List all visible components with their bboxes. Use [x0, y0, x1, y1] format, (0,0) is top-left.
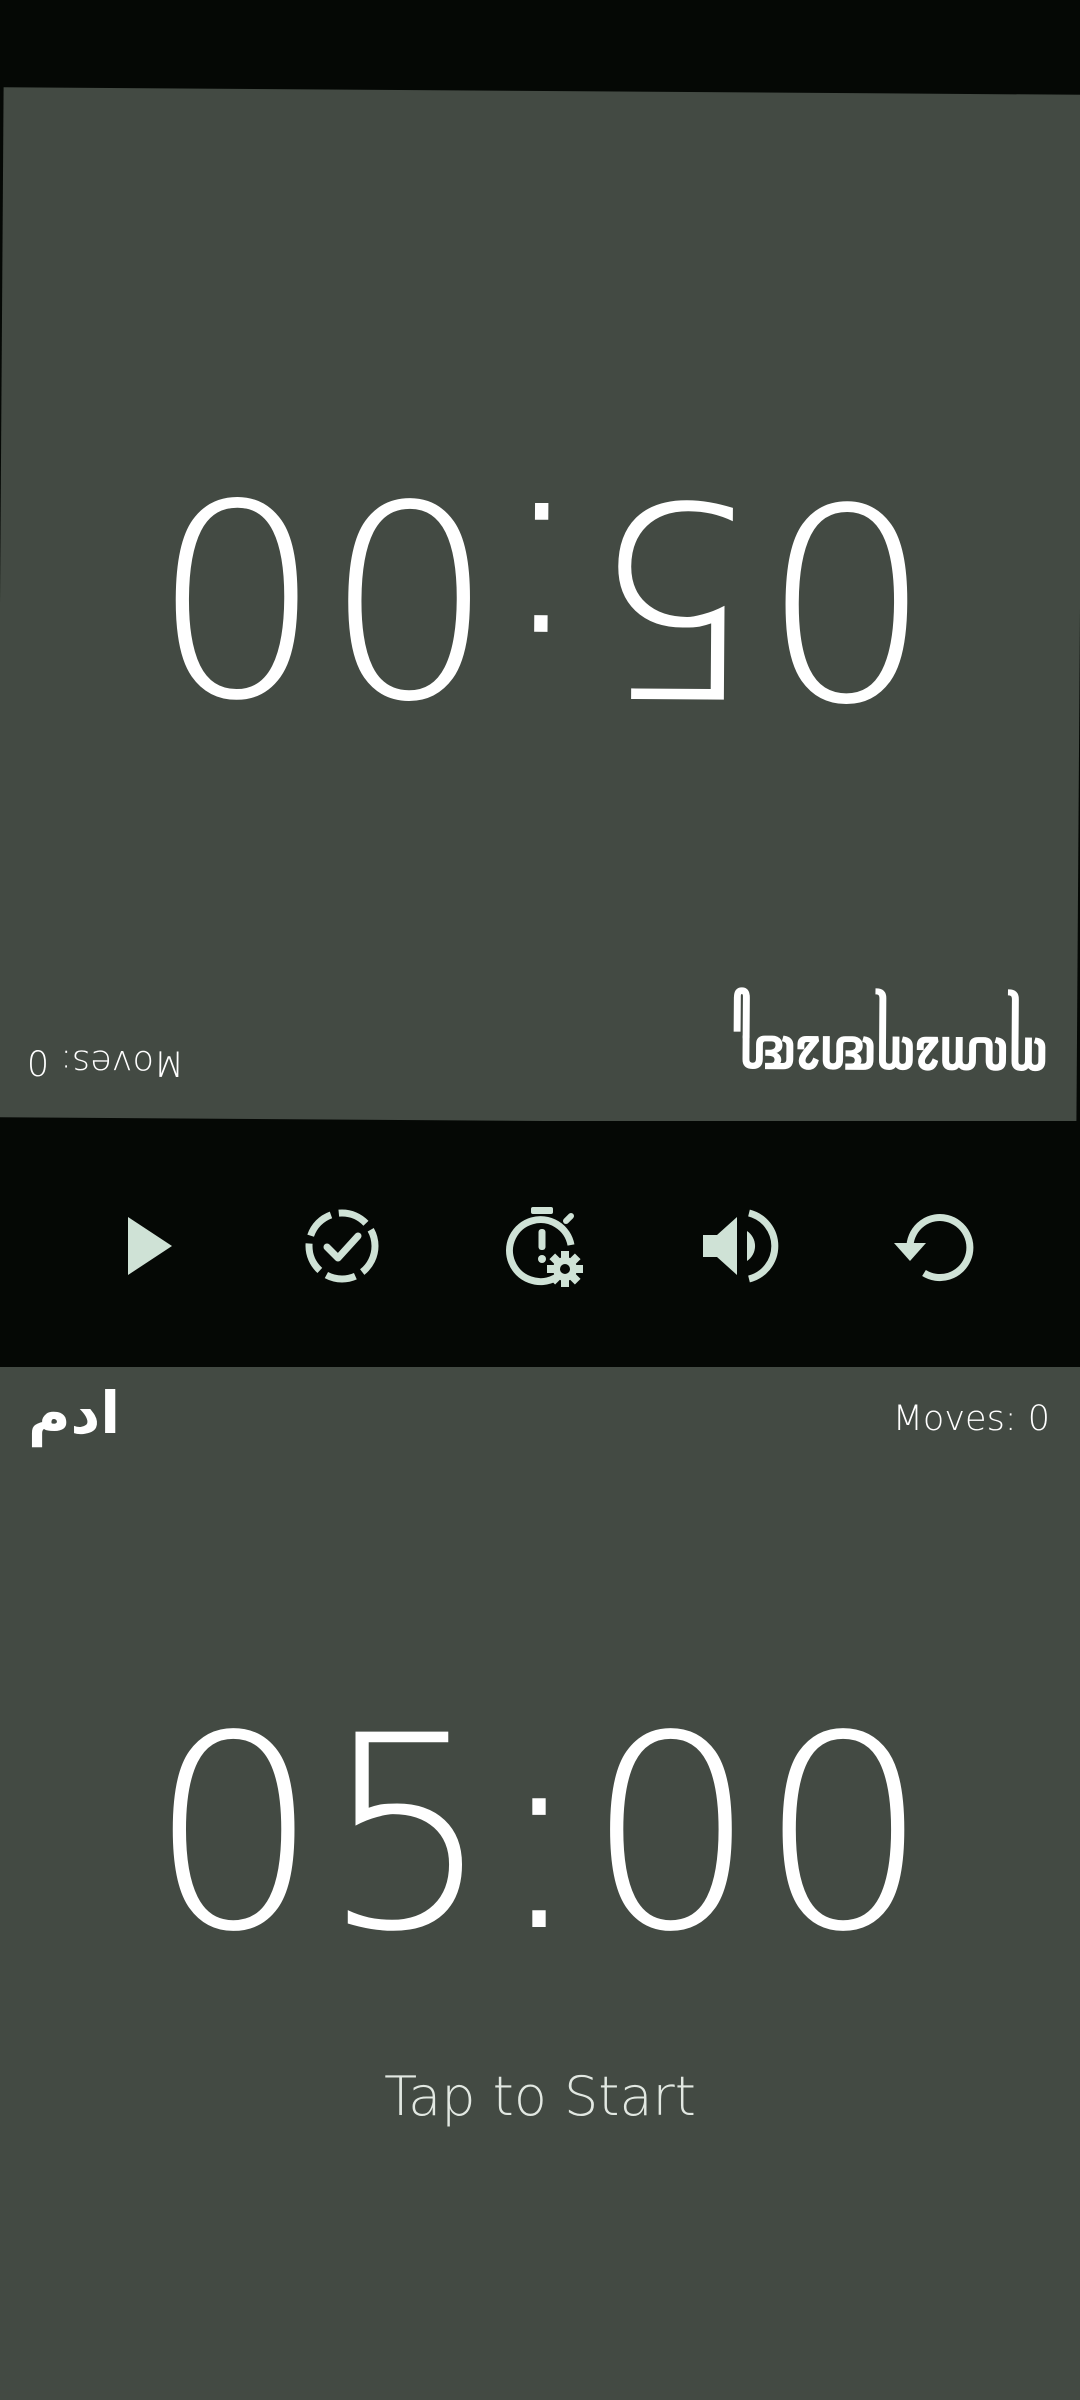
bottom-player-panel[interactable]: ادم Moves: 0 05:00 Tap to Start [0, 1367, 1080, 2400]
tap-to-start-hint: Tap to Start [384, 2065, 696, 2128]
reset-button[interactable] [890, 1201, 980, 1291]
play-icon [128, 1217, 172, 1275]
top-player-clock: 05:00 [147, 436, 933, 754]
play-button[interactable] [104, 1201, 194, 1291]
sound-button[interactable] [693, 1201, 783, 1291]
bottom-player-clock: 05:00 [148, 1679, 932, 1991]
bottom-moves-counter: Moves: 0 [892, 1399, 1050, 1439]
top-player-name: ꦲꦺꦴꦩꦺꦴꦩꦸ [740, 1022, 1050, 1093]
dashed-check-circle-icon [305, 1209, 379, 1283]
top-moves-counter: Moves: 0 [26, 1041, 185, 1083]
timer-gear-icon [506, 1207, 583, 1287]
turn-check-button[interactable] [297, 1201, 387, 1291]
control-toolbar [0, 1121, 1080, 1367]
status-bar [0, 0, 1080, 90]
restart-icon [894, 1214, 974, 1282]
timer-settings-button[interactable] [497, 1201, 587, 1291]
bottom-player-name: ادم [28, 1379, 121, 1447]
top-player-panel[interactable]: Moves: 0 ꦲꦺꦴꦩꦺꦴꦩꦸ 05:00 [0, 87, 1080, 1125]
volume-icon [703, 1209, 779, 1283]
